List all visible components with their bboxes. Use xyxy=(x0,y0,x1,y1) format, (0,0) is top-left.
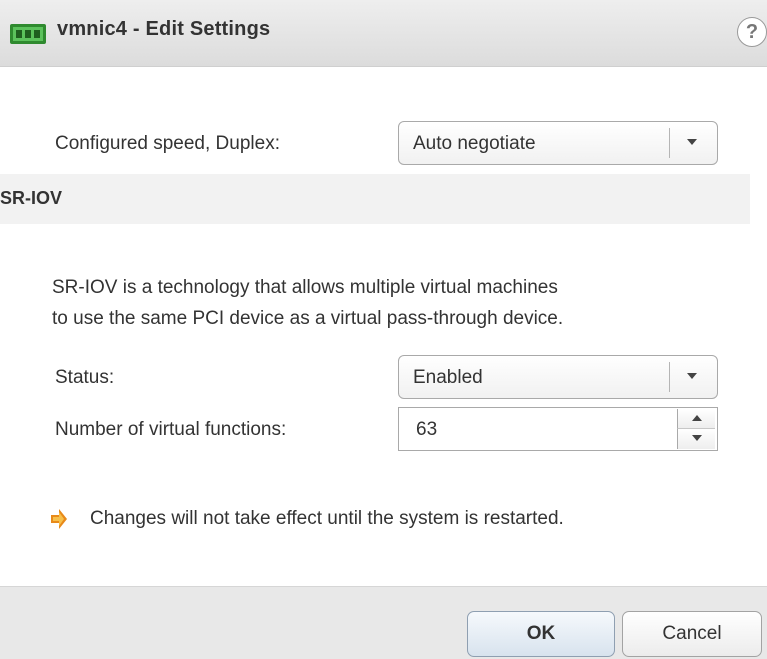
status-dropdown[interactable]: Enabled xyxy=(398,355,718,399)
virtual-functions-label: Number of virtual functions: xyxy=(55,419,287,440)
network-card-icon xyxy=(10,24,46,44)
increment-button[interactable] xyxy=(677,409,715,429)
arrow-down-icon xyxy=(692,435,702,441)
sriov-description: SR-IOV is a technology that allows multi… xyxy=(52,272,742,334)
decrement-button[interactable] xyxy=(677,429,715,449)
help-icon[interactable]: ? xyxy=(737,17,767,47)
virtual-functions-stepper[interactable]: 63 xyxy=(398,407,718,451)
dropdown-separator xyxy=(669,128,670,158)
sriov-section-title: SR-IOV xyxy=(0,188,63,208)
chevron-down-icon xyxy=(687,373,697,379)
cancel-button[interactable]: Cancel xyxy=(622,611,762,657)
speed-duplex-dropdown[interactable]: Auto negotiate xyxy=(398,121,718,165)
sriov-section-header: SR-IOV xyxy=(0,174,750,224)
speed-duplex-label: Configured speed, Duplex: xyxy=(55,133,280,154)
virtual-functions-value[interactable]: 63 xyxy=(416,419,437,441)
ok-button[interactable]: OK xyxy=(467,611,615,657)
sriov-description-line: SR-IOV is a technology that allows multi… xyxy=(52,277,558,298)
warning-icon xyxy=(51,509,67,529)
dialog-title: vmnic4 - Edit Settings xyxy=(57,18,271,40)
status-label: Status: xyxy=(55,367,115,388)
speed-duplex-value: Auto negotiate xyxy=(413,133,536,154)
dialog-titlebar: vmnic4 - Edit Settings ? xyxy=(0,0,767,67)
status-value: Enabled xyxy=(413,367,483,388)
arrow-up-icon xyxy=(692,415,702,421)
dropdown-separator xyxy=(669,362,670,392)
chevron-down-icon xyxy=(687,139,697,145)
sriov-description-line: to use the same PCI device as a virtual … xyxy=(52,308,564,329)
restart-warning-text: Changes will not take effect until the s… xyxy=(90,508,564,529)
